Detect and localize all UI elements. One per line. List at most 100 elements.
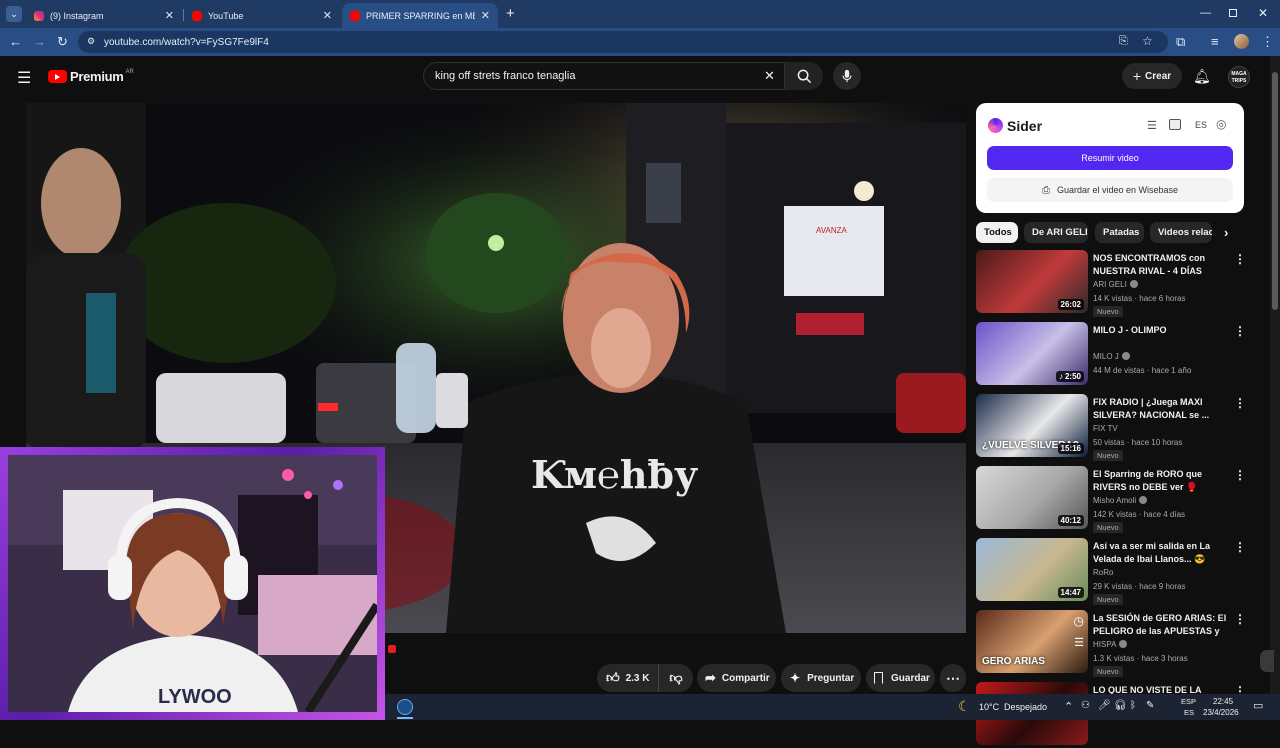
channel-name[interactable]: RoRo (1093, 568, 1113, 577)
profile-avatar[interactable] (1234, 34, 1249, 49)
new-tab-icon[interactable]: + (506, 5, 515, 22)
keyboard-language[interactable]: ESP (1181, 697, 1196, 706)
steam-icon[interactable] (397, 699, 413, 715)
recommendation-item[interactable]: 26:02 NOS ENCONTRAMOS con NUESTRA RIVAL -… (976, 250, 1246, 317)
keyboard-layout[interactable]: ES (1184, 708, 1194, 717)
video-title[interactable]: Así va a ser mi salida en La Velada de I… (1093, 540, 1228, 566)
verified-badge-icon (1121, 352, 1130, 360)
back-icon[interactable]: ← (9, 34, 22, 50)
channel-name[interactable]: Misho Amoli (1093, 496, 1148, 505)
more-options-icon[interactable]: ⋮ (1234, 540, 1246, 554)
video-thumbnail[interactable]: 14:47 (976, 538, 1088, 601)
search-input[interactable]: king off strets franco tenaglia ✕ (423, 62, 785, 90)
youtube-logo[interactable]: Premium AR (48, 69, 134, 84)
site-info-icon[interactable]: ⚙ (87, 36, 95, 47)
channel-name[interactable]: ARI GELI (1093, 280, 1138, 289)
recommendation-item[interactable]: ♪ 2:50 MILO J - OLIMPO MILO J 44 M de vistas… (976, 322, 1246, 388)
more-options-icon[interactable]: ⋮ (1234, 612, 1246, 626)
add-to-queue-icon[interactable]: ☰ (1074, 636, 1084, 649)
tray-headset-icon[interactable]: 🎧︎ (1114, 700, 1127, 711)
image-view-icon[interactable] (1169, 119, 1181, 130)
forward-icon[interactable]: → (33, 34, 46, 50)
video-title[interactable]: MILO J - OLIMPO (1093, 324, 1228, 337)
video-title[interactable]: NOS ENCONTRAMOS con NUESTRA RIVAL - 4 DÍ… (1093, 252, 1228, 278)
ask-button[interactable]: ✦ Preguntar (781, 664, 861, 692)
channel-name[interactable]: FIX TV (1093, 424, 1118, 433)
tab-video-active[interactable]: PRIMER SPARRING en MÉXICO ✕ (342, 3, 498, 28)
restore-icon[interactable] (1229, 9, 1237, 17)
watch-later-icon[interactable]: ◷ (1074, 614, 1084, 628)
clock-date[interactable]: 23/4/2026 (1203, 708, 1239, 717)
thumbs-down-icon: 👎︎ (669, 670, 683, 685)
hamburger-menu-icon[interactable]: ☰ (17, 68, 31, 88)
recommendation-item[interactable]: 14:47 Así va a ser mi salida en La Velada… (976, 538, 1246, 605)
chevron-right-icon[interactable]: › (1224, 225, 1228, 240)
reload-icon[interactable]: ↻ (57, 34, 68, 50)
settings-icon[interactable]: ◎ (1216, 117, 1226, 131)
recommendation-item[interactable]: GERO ARIAS ◷ ☰ La SESIÓN de GERO ARIAS: El … (976, 610, 1246, 677)
channel-avatar[interactable]: MAGA TRIPS (1228, 66, 1250, 88)
channel-name[interactable]: MILO J (1093, 352, 1130, 361)
dislike-button[interactable]: 👎︎ (659, 664, 693, 692)
tab-search-button[interactable]: ⌄ (6, 6, 22, 22)
minimize-icon[interactable]: — (1200, 7, 1211, 19)
weather-text[interactable]: Despejado (1004, 702, 1047, 712)
summarize-video-button[interactable]: Resumir video (987, 146, 1233, 170)
save-button[interactable]: Guardar (866, 664, 935, 692)
video-thumbnail[interactable]: 26:02 (976, 250, 1088, 313)
page-scrollbar[interactable] (1270, 56, 1280, 696)
clear-search-icon[interactable]: ✕ (764, 68, 775, 84)
tray-bluetooth-icon[interactable]: ᛒ (1130, 700, 1136, 711)
youtube-icon (192, 10, 202, 21)
tray-app-icon[interactable]: ⚇ (1081, 700, 1090, 711)
close-window-icon[interactable]: ✕ (1258, 6, 1268, 20)
tab-youtube[interactable]: YouTube ✕ (184, 3, 340, 28)
windows-taskbar: ☾ 10°C Despejado ⌃ ⚇ 🎤︎ 🎧︎ ᛒ ✎ ESP ES 22… (385, 694, 1280, 720)
video-thumbnail[interactable]: 40:12 (976, 466, 1088, 529)
chip-patadas[interactable]: Patadas (1095, 222, 1144, 243)
tray-chevron-up-icon[interactable]: ⌃ (1064, 700, 1073, 713)
recommendation-item[interactable]: ¿VUELVE SILVERA? 15:16 FIX RADIO | ¿Juega … (976, 394, 1246, 461)
clock-time[interactable]: 22:45 (1213, 697, 1233, 706)
more-options-icon[interactable]: ⋮ (1234, 396, 1246, 410)
weather-temp[interactable]: 10°C (979, 702, 999, 712)
close-tab-icon[interactable]: ✕ (481, 9, 490, 22)
video-thumbnail[interactable]: ¿VUELVE SILVERA? 15:16 (976, 394, 1088, 457)
tab-instagram[interactable]: (9) Instagram ✕ (26, 3, 182, 28)
more-actions-button[interactable]: ⋯ (940, 664, 966, 692)
chip-todos[interactable]: Todos (976, 222, 1018, 243)
share-button[interactable]: ➦ Compartir (697, 664, 776, 692)
more-options-icon[interactable]: ⋮ (1234, 468, 1246, 482)
address-bar[interactable]: ⚙ youtube.com/watch?v=FySG7Fe9lF4 ⎘ ☆ (78, 31, 1168, 53)
video-thumbnail[interactable]: GERO ARIAS ◷ ☰ (976, 610, 1088, 673)
chip-de-ari-geli[interactable]: De ARI GELI (1024, 222, 1088, 243)
create-button[interactable]: + Crear (1122, 63, 1182, 89)
save-to-wisebase-button[interactable]: ⎙ Guardar el video en Wisebase (987, 178, 1233, 202)
search-button[interactable] (785, 62, 823, 90)
tray-mic-icon[interactable]: 🎤︎ (1098, 700, 1111, 711)
bookmark-star-icon[interactable]: ☆ (1142, 34, 1153, 48)
video-thumbnail[interactable]: ♪ 2:50 (976, 322, 1088, 385)
extensions-icon[interactable]: ⧉ (1176, 34, 1185, 50)
tray-pen-icon[interactable]: ✎ (1146, 700, 1154, 711)
language-selector[interactable]: ES (1195, 120, 1207, 130)
video-title[interactable]: FIX RADIO | ¿Juega MAXI SILVERA? NACIONA… (1093, 396, 1228, 422)
video-title[interactable]: La SESIÓN de GERO ARIAS: El PELIGRO de l… (1093, 612, 1228, 638)
channel-name[interactable]: HISPA (1093, 640, 1128, 649)
browser-menu-icon[interactable]: ⋮ (1261, 34, 1274, 50)
like-button[interactable]: 👍︎ 2.3 K (597, 664, 659, 692)
list-view-icon[interactable]: ☰ (1147, 119, 1157, 132)
install-app-icon[interactable]: ⎘ (1119, 35, 1128, 48)
video-title[interactable]: El Sparring de RORO que RIVERS no DEBE v… (1093, 468, 1228, 494)
more-options-icon[interactable]: ⋮ (1234, 324, 1246, 338)
close-tab-icon[interactable]: ✕ (165, 9, 174, 22)
scrollbar-thumb[interactable] (1272, 72, 1278, 310)
recommendation-item[interactable]: 40:12 El Sparring de RORO que RIVERS no D… (976, 466, 1246, 533)
chip-videos-relacionados[interactable]: Videos relac (1150, 222, 1212, 243)
notifications-bell-icon[interactable]: 🔔︎ (1193, 68, 1211, 85)
more-options-icon[interactable]: ⋮ (1234, 252, 1246, 266)
reading-list-icon[interactable]: ≡ (1211, 34, 1219, 50)
close-tab-icon[interactable]: ✕ (323, 9, 332, 22)
notifications-icon[interactable]: ▭ (1253, 699, 1263, 712)
voice-search-button[interactable] (833, 62, 861, 90)
